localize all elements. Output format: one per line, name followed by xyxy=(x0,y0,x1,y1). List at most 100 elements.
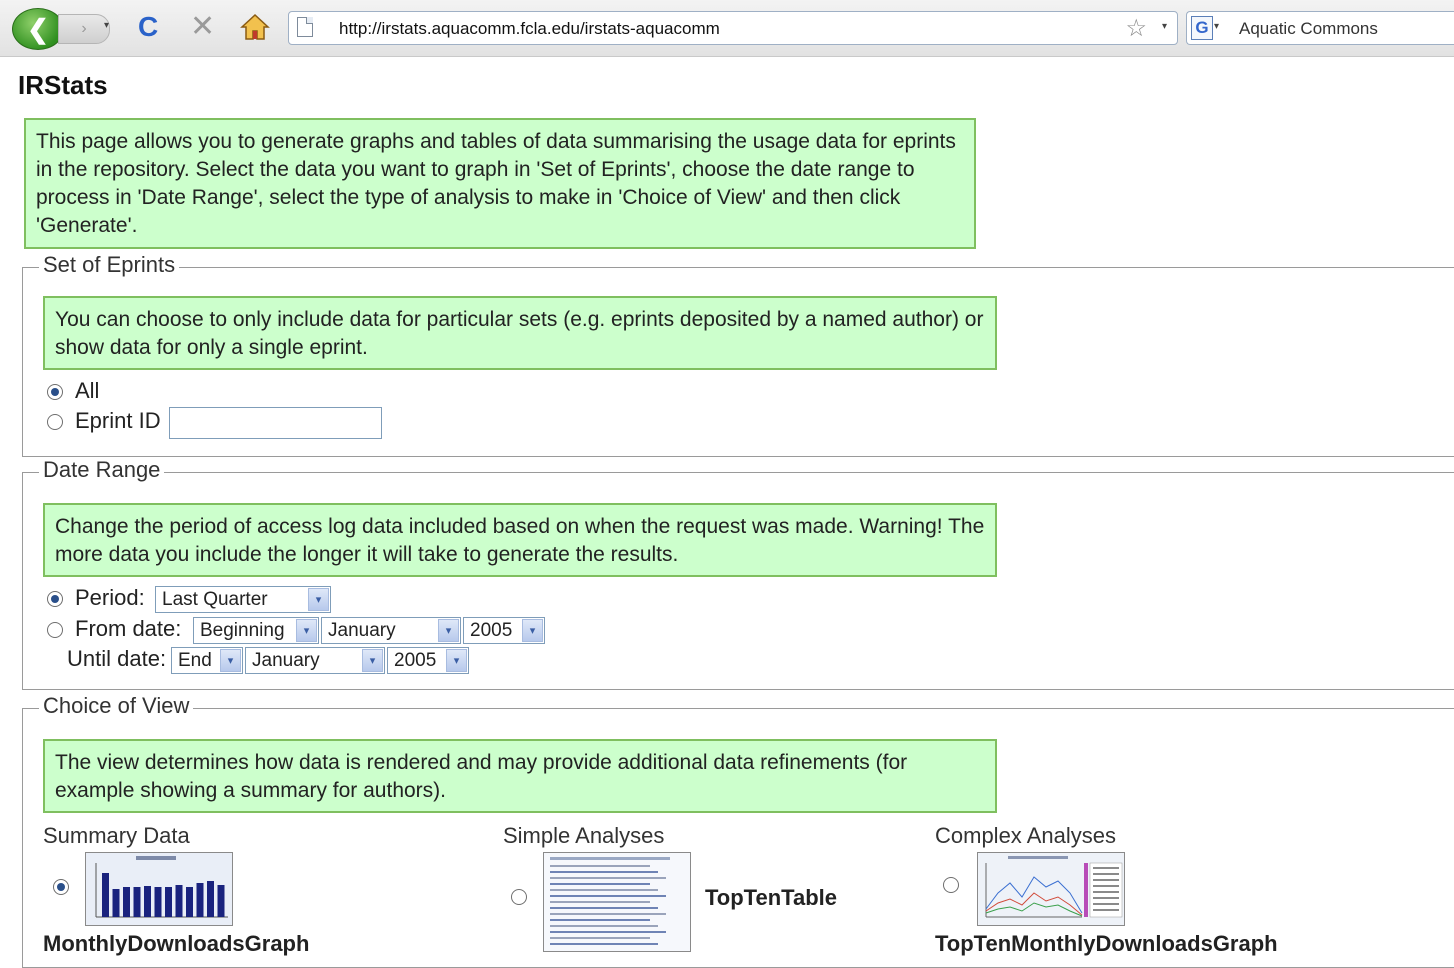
thumbnail-row xyxy=(550,871,658,873)
reload-icon[interactable]: C xyxy=(138,11,158,43)
top-ten-monthly-downloads-graph-label: TopTenMonthlyDownloadsGraph xyxy=(935,931,1278,956)
thumbnail-bar xyxy=(154,887,162,917)
top-ten-monthly-downloads-graph-thumbnail[interactable] xyxy=(977,852,1125,926)
monthly-downloads-graph-label: MonthlyDownloadsGraph xyxy=(43,931,310,956)
back-button[interactable]: ❮ xyxy=(12,8,64,50)
choice-of-view-info-text: The view determines how data is rendered… xyxy=(55,751,908,802)
search-input[interactable]: Aquatic Commons xyxy=(1239,19,1378,39)
chevron-down-icon: ▾ xyxy=(446,649,467,672)
monthly-downloads-graph-radio[interactable] xyxy=(53,879,69,895)
thumbnail-legend-entry xyxy=(1093,891,1119,893)
period-select[interactable]: Last Quarter ▾ xyxy=(155,586,331,613)
search-engine-dropdown-icon[interactable]: ▾ xyxy=(1214,21,1219,32)
thumbnail-row xyxy=(550,889,658,891)
until-month-select[interactable]: January ▾ xyxy=(245,647,385,674)
thumbnail-legend-entry xyxy=(1093,885,1119,887)
bookmark-star-icon[interactable]: ☆ xyxy=(1125,14,1147,43)
date-range-legend: Date Range xyxy=(39,457,165,483)
eprint-id-radio[interactable] xyxy=(47,414,63,430)
choice-of-view-legend: Choice of View xyxy=(39,693,194,719)
from-date-radio[interactable] xyxy=(47,622,63,638)
chevron-down-icon: ▾ xyxy=(362,649,383,672)
search-engine-icon[interactable]: G xyxy=(1191,16,1213,40)
thumbnail-bar xyxy=(112,889,120,917)
from-day-select[interactable]: Beginning ▾ xyxy=(193,617,319,644)
eprint-id-input[interactable] xyxy=(169,407,382,439)
until-month-value: January xyxy=(252,650,320,671)
thumbnail-row xyxy=(550,883,650,885)
from-day-value: Beginning xyxy=(200,620,285,641)
period-radio[interactable] xyxy=(47,591,63,607)
thumbnail-bar xyxy=(165,887,172,917)
date-range-info: Change the period of access log data inc… xyxy=(43,503,997,577)
thumbnail-row xyxy=(550,943,658,945)
top-ten-table-label: TopTenTable xyxy=(705,885,837,910)
forward-button[interactable]: › xyxy=(58,14,110,44)
thumbnail-bar xyxy=(144,886,151,917)
monthly-downloads-graph-thumbnail[interactable] xyxy=(85,852,233,926)
thumbnail-bar xyxy=(186,887,193,917)
stop-icon[interactable]: ✕ xyxy=(190,9,215,44)
from-year-select[interactable]: 2005 ▾ xyxy=(463,617,545,644)
url-dropdown-icon[interactable]: ▾ xyxy=(1162,21,1167,32)
intro-infobox: This page allows you to generate graphs … xyxy=(24,118,976,249)
summary-data-heading: Summary Data xyxy=(43,823,190,848)
set-of-eprints-info: You can choose to only include data for … xyxy=(43,296,997,370)
chevron-down-icon: ▾ xyxy=(438,619,459,642)
top-ten-monthly-downloads-graph-radio[interactable] xyxy=(943,877,959,893)
thumbnail-row xyxy=(550,895,666,897)
back-arrow-icon: ❮ xyxy=(27,13,49,44)
thumbnail-row xyxy=(550,907,658,909)
from-month-value: January xyxy=(328,620,396,641)
all-label: All xyxy=(75,378,100,403)
from-month-select[interactable]: January ▾ xyxy=(321,617,461,644)
forward-arrow-icon: › xyxy=(81,20,87,37)
until-day-value: End xyxy=(178,650,212,671)
thumbnail-row xyxy=(550,901,650,903)
thumbnail-bar xyxy=(133,887,141,917)
browser-toolbar: ❮ › ▾ C ✕ http://irstats.aquacomm.fcla.e… xyxy=(0,0,1454,57)
set-of-eprints-info-text: You can choose to only include data for … xyxy=(55,308,984,359)
simple-analyses-heading: Simple Analyses xyxy=(503,823,665,848)
url-text[interactable]: http://irstats.aquacomm.fcla.edu/irstats… xyxy=(339,19,720,39)
until-year-select[interactable]: 2005 ▾ xyxy=(387,647,469,674)
top-ten-table-thumbnail[interactable] xyxy=(543,852,691,952)
search-bar[interactable]: G ▾ Aquatic Commons xyxy=(1186,11,1454,45)
from-year-value: 2005 xyxy=(470,620,513,641)
date-range-fieldset: Date Range Change the period of access l… xyxy=(22,457,1454,690)
thumbnail-row xyxy=(550,925,658,927)
thumbnail-legend-entry xyxy=(1093,897,1119,899)
thumbnail-row xyxy=(550,877,666,879)
choice-of-view-fieldset: Choice of View The view determines how d… xyxy=(22,693,1454,968)
thumbnail-row xyxy=(550,919,650,921)
thumbnail-legend-entry xyxy=(1093,909,1119,911)
address-bar[interactable]: http://irstats.aquacomm.fcla.edu/irstats… xyxy=(288,11,1178,45)
top-ten-table-radio[interactable] xyxy=(511,889,527,905)
chevron-down-icon: ▾ xyxy=(296,619,317,642)
thumbnail-row xyxy=(550,865,650,867)
thumbnail-row xyxy=(550,931,666,933)
date-range-info-text: Change the period of access log data inc… xyxy=(55,515,985,566)
all-radio[interactable] xyxy=(47,384,63,400)
thumbnail-legend-entry xyxy=(1093,879,1119,881)
bar-chart-thumbnail-icon xyxy=(86,853,232,925)
thumbnail-legend-entry xyxy=(1093,867,1119,869)
chevron-down-icon: ▾ xyxy=(308,588,329,611)
thumbnail-legend-entry xyxy=(1093,873,1119,875)
set-of-eprints-legend: Set of Eprints xyxy=(39,252,180,278)
thumbnail-bar xyxy=(102,873,109,917)
thumbnail-row xyxy=(550,937,650,939)
thumbnail-legend-entry xyxy=(1093,903,1119,905)
from-date-label: From date: xyxy=(75,616,182,641)
until-day-select[interactable]: End ▾ xyxy=(171,647,243,674)
thumbnail-row xyxy=(550,913,666,915)
set-of-eprints-fieldset: Set of Eprints You can choose to only in… xyxy=(22,252,1454,457)
page-title: IRStats xyxy=(18,70,108,100)
history-dropdown-icon[interactable]: ▾ xyxy=(104,20,109,31)
until-date-label: Until date: xyxy=(67,646,167,671)
page-icon xyxy=(297,17,313,37)
line-chart-thumbnail-icon xyxy=(978,853,1124,925)
eprint-id-label: Eprint ID xyxy=(75,408,161,433)
home-icon[interactable] xyxy=(240,12,270,42)
thumbnail-bar xyxy=(207,881,214,917)
